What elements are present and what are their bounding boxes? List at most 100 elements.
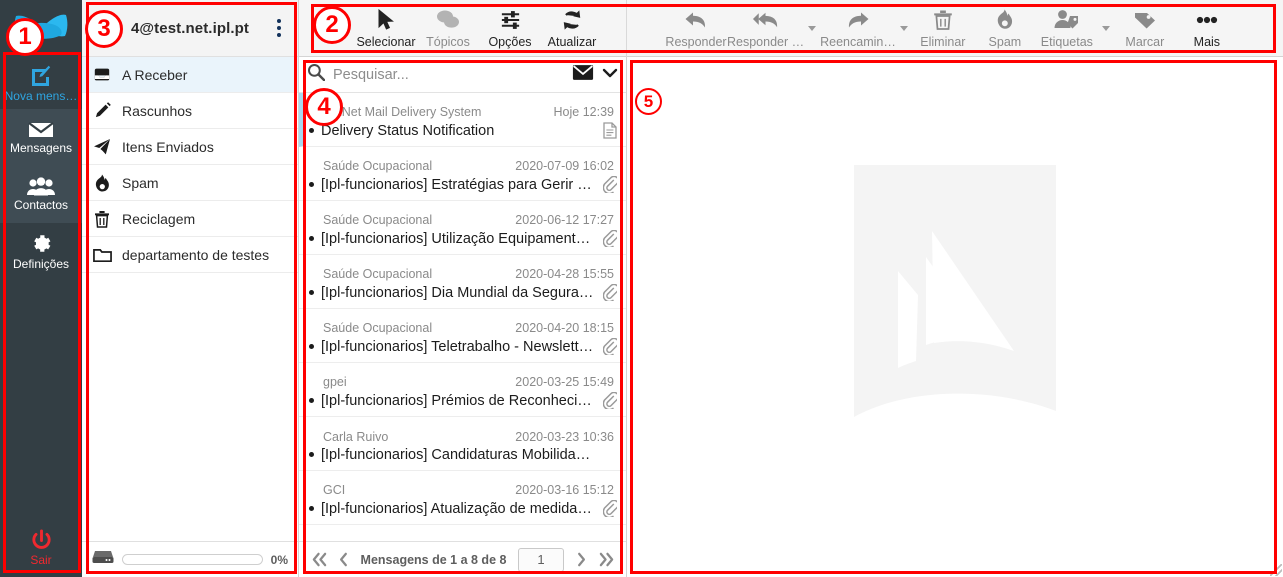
- pager-first-button[interactable]: [307, 552, 331, 567]
- paperclip-icon: [602, 284, 618, 301]
- paper-plane-icon: [92, 138, 112, 156]
- message-row[interactable]: gpei 2020-03-25 15:49 [Ipl-funcionarios]…: [299, 363, 626, 417]
- unread-dot-icon: [309, 236, 314, 241]
- message-row-body: Delivery Status Notification: [309, 122, 618, 139]
- folder-item-spam[interactable]: Spam: [82, 165, 298, 201]
- message-row-header: Saúde Ocupacional 2020-04-20 18:15: [309, 321, 618, 335]
- message-row-body: [Ipl-funcionarios] Dia Mundial da Segura…: [309, 284, 618, 301]
- envelope-icon: [28, 122, 54, 137]
- sidebar-item-settings[interactable]: Definições: [0, 223, 82, 280]
- toolbar-button-mark[interactable]: Marcar: [1114, 0, 1176, 49]
- folder-item-inbox[interactable]: A Receber: [82, 57, 298, 93]
- pagination-page-input[interactable]: 1: [518, 547, 564, 572]
- toolbar-button-reply[interactable]: Responder: [665, 0, 727, 49]
- sidebar-item-settings-label: Definições: [12, 256, 70, 271]
- message-row[interactable]: Saúde Ocupacional 2020-04-20 18:15 [Ipl-…: [299, 309, 626, 363]
- toolbar-button-labels-label: Etiquetas: [1040, 35, 1093, 49]
- message-date: 2020-03-16 15:12: [515, 483, 614, 497]
- quota-progress: [122, 554, 263, 565]
- toolbar-button-delete-label: Eliminar: [920, 35, 966, 49]
- message-date: 2020-07-09 16:02: [515, 159, 614, 173]
- paperclip-icon: [602, 500, 618, 517]
- message-sender: Saúde Ocupacional: [323, 267, 433, 281]
- toolbar-button-forward[interactable]: Reencamin…: [820, 0, 896, 49]
- message-row[interactable]: Saúde Ocupacional 2020-06-12 17:27 [Ipl-…: [299, 201, 626, 255]
- folders-header: 4@test.net.ipl.pt: [82, 0, 298, 57]
- sidebar-item-compose[interactable]: Nova mens…: [0, 57, 82, 109]
- toolbar-caret-forward[interactable]: [896, 0, 912, 31]
- paperclip-icon: [602, 176, 618, 193]
- cursor-arrow-icon: [378, 9, 394, 30]
- folder-item-inbox-label: A Receber: [122, 66, 188, 83]
- search-scope-envelope-icon[interactable]: [572, 64, 594, 86]
- reply-all-icon: [753, 12, 778, 28]
- message-subject: [Ipl-funcionarios] Dia Mundial da Segura…: [321, 284, 595, 301]
- kebab-menu-icon[interactable]: [270, 17, 288, 39]
- toolbar-button-select[interactable]: Selecionar: [355, 0, 417, 49]
- message-row[interactable]: IPLNet Mail Delivery System Hoje 12:39 D…: [299, 93, 626, 147]
- search-input[interactable]: [333, 66, 564, 83]
- pager-last-button[interactable]: [594, 552, 618, 567]
- folder-item-custom-label: departamento de testes: [122, 246, 270, 263]
- toolbar-button-forward-label: Reencamin…: [820, 35, 896, 49]
- toolbar-button-spam[interactable]: Spam: [974, 0, 1036, 49]
- toolbar-group-left: Selecionar Tópicos Opções Atualizar: [299, 0, 626, 57]
- sidebar-item-contacts[interactable]: Contactos: [0, 166, 82, 223]
- toolbar-button-options[interactable]: Opções: [479, 0, 541, 49]
- sidebar-item-logout[interactable]: Sair: [0, 519, 82, 577]
- folder-item-trash[interactable]: Reciclagem: [82, 201, 298, 237]
- message-date: 2020-04-28 15:55: [515, 267, 614, 281]
- sliders-icon: [501, 11, 519, 29]
- message-row[interactable]: Saúde Ocupacional 2020-04-28 15:55 [Ipl-…: [299, 255, 626, 309]
- label-tag-icon: [1134, 13, 1155, 29]
- sidebar-item-messages-label: Mensagens: [9, 141, 73, 155]
- trash-icon: [934, 10, 952, 30]
- message-row-body: [Ipl-funcionarios] Candidaturas Mobilida…: [309, 447, 618, 463]
- message-row[interactable]: Saúde Ocupacional 2020-07-09 16:02 [Ipl-…: [299, 147, 626, 201]
- toolbar-button-reply-all[interactable]: Responder …: [727, 0, 804, 49]
- message-row-header: Saúde Ocupacional 2020-07-09 16:02: [309, 159, 618, 173]
- message-sender: Carla Ruivo: [323, 429, 389, 444]
- toolbar-button-mark-label: Marcar: [1125, 35, 1165, 49]
- message-row[interactable]: GCI 2020-03-16 15:12 [Ipl-funcionarios] …: [299, 471, 626, 525]
- sidebar-item-messages[interactable]: Mensagens: [0, 109, 82, 166]
- toolbar-button-labels[interactable]: Etiquetas: [1036, 0, 1098, 49]
- toolbar-caret-reply-all[interactable]: [804, 0, 820, 31]
- unread-dot-icon: [309, 290, 314, 295]
- search-chevron-down-icon[interactable]: [602, 66, 618, 84]
- message-row-header: Saúde Ocupacional 2020-04-28 15:55: [309, 267, 618, 281]
- paperclip-icon: [602, 338, 618, 355]
- message-row-body: [Ipl-funcionarios] Utilização Equipament…: [309, 230, 618, 247]
- quota-bar-container: 0%: [82, 541, 298, 577]
- pager-prev-button[interactable]: [331, 552, 355, 567]
- unread-dot-icon: [309, 506, 314, 511]
- folder-item-drafts[interactable]: Rascunhos: [82, 93, 298, 129]
- paperclip-icon: [602, 230, 618, 247]
- toolbar-button-delete[interactable]: Eliminar: [912, 0, 974, 49]
- toolbar-button-reply-label: Responder: [665, 35, 727, 49]
- message-subject: [Ipl-funcionarios] Prémios de Reconheci…: [321, 392, 592, 409]
- account-name: 4@test.net.ipl.pt: [130, 19, 249, 37]
- toolbar-group-right: Responder Responder … Reencamin… Elimina…: [627, 0, 1283, 57]
- message-subject: [Ipl-funcionarios] Utilização Equipament…: [321, 230, 595, 247]
- toolbar-button-more[interactable]: Mais: [1176, 0, 1238, 49]
- folder-item-sent[interactable]: Itens Enviados: [82, 129, 298, 165]
- message-date: 2020-04-20 18:15: [515, 321, 614, 335]
- message-list-panel: IPLNet Mail Delivery System Hoje 12:39 D…: [299, 57, 627, 577]
- message-sender: Saúde Ocupacional: [323, 159, 433, 173]
- flame-icon: [998, 9, 1013, 29]
- propeller-logo-icon: [14, 14, 68, 39]
- toolbar-caret-labels[interactable]: [1098, 0, 1114, 31]
- sidebar-item-compose-label: Nova mens…: [4, 88, 78, 103]
- resize-grip[interactable]: [1270, 564, 1282, 576]
- left-nav-rail: Nova mens… Mensagens Contactos Definiçõe…: [0, 0, 82, 577]
- toolbar-button-threads[interactable]: Tópicos: [417, 0, 479, 49]
- folder-item-custom[interactable]: departamento de testes: [82, 237, 298, 273]
- pager-next-button[interactable]: [570, 552, 594, 567]
- toolbar-button-refresh[interactable]: Atualizar: [541, 0, 603, 49]
- message-date: 2020-06-12 17:27: [515, 213, 614, 227]
- toolbar-button-spam-label: Spam: [988, 35, 1022, 49]
- unread-dot-icon: [309, 398, 314, 403]
- message-row[interactable]: Carla Ruivo 2020-03-23 10:36 [Ipl-funcio…: [299, 417, 626, 471]
- disk-icon: [92, 549, 114, 570]
